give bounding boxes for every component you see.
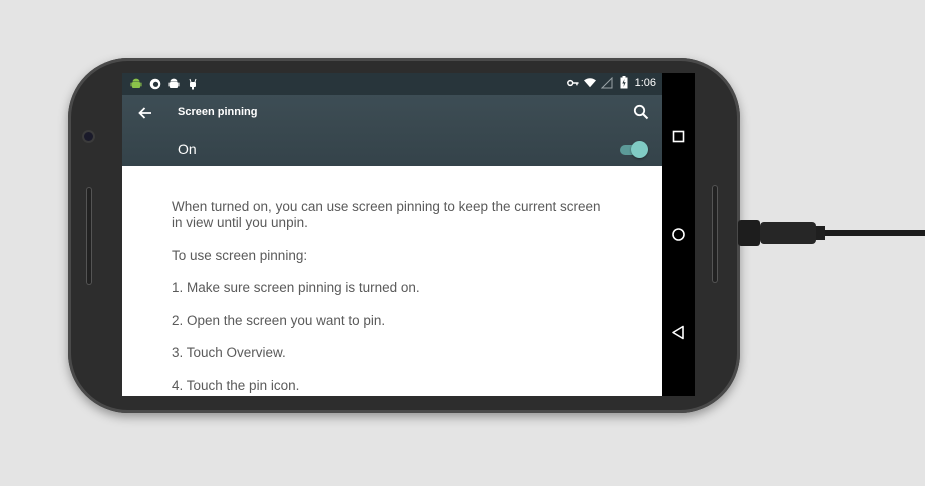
firefox-icon <box>149 77 161 90</box>
app-toolbar: Screen pinning On <box>122 95 662 166</box>
battery-charging-icon <box>618 76 630 89</box>
page-title: Screen pinning <box>178 106 258 118</box>
usb-cable <box>738 220 925 246</box>
instruction-step: 4. Touch the pin icon. <box>172 377 300 393</box>
status-bar: 1:06 <box>122 73 662 95</box>
robot-icon <box>187 77 199 90</box>
navigation-bar <box>662 73 695 396</box>
recents-icon[interactable] <box>670 128 687 145</box>
home-icon[interactable] <box>670 226 687 243</box>
android-icon <box>168 77 180 90</box>
status-time: 1:06 <box>634 76 656 89</box>
back-triangle-icon[interactable] <box>670 324 687 341</box>
wifi-icon <box>583 76 596 89</box>
instruction-step: 1. Make sure screen pinning is turned on… <box>172 280 420 295</box>
instruction-step: 3. Touch Overview. <box>172 345 286 360</box>
description-paragraph: To use screen pinning: <box>172 247 308 263</box>
notification-icons <box>130 77 199 90</box>
system-icons: 1:06 <box>566 76 656 89</box>
search-icon[interactable] <box>632 103 650 121</box>
master-switch-toggle[interactable] <box>618 141 648 159</box>
speaker-left <box>86 187 92 285</box>
description-text: When turned on, you can use screen pinni… <box>172 199 602 396</box>
vpn-key-icon <box>566 76 579 89</box>
speaker-right <box>712 185 718 283</box>
master-switch-label: On <box>178 141 197 157</box>
front-camera <box>84 132 93 141</box>
phone-screen: 1:06 Screen pinning On When turned on, y… <box>122 73 695 396</box>
instruction-step: 2. Open the screen you want to pin. <box>172 312 386 328</box>
arrow-back-icon[interactable] <box>136 104 154 122</box>
switch-thumb <box>631 141 648 158</box>
signal-icon <box>600 76 613 89</box>
settings-app: 1:06 Screen pinning On When turned on, y… <box>122 73 662 396</box>
description-paragraph: When turned on, you can use screen pinni… <box>172 199 601 230</box>
android-icon <box>130 77 142 90</box>
